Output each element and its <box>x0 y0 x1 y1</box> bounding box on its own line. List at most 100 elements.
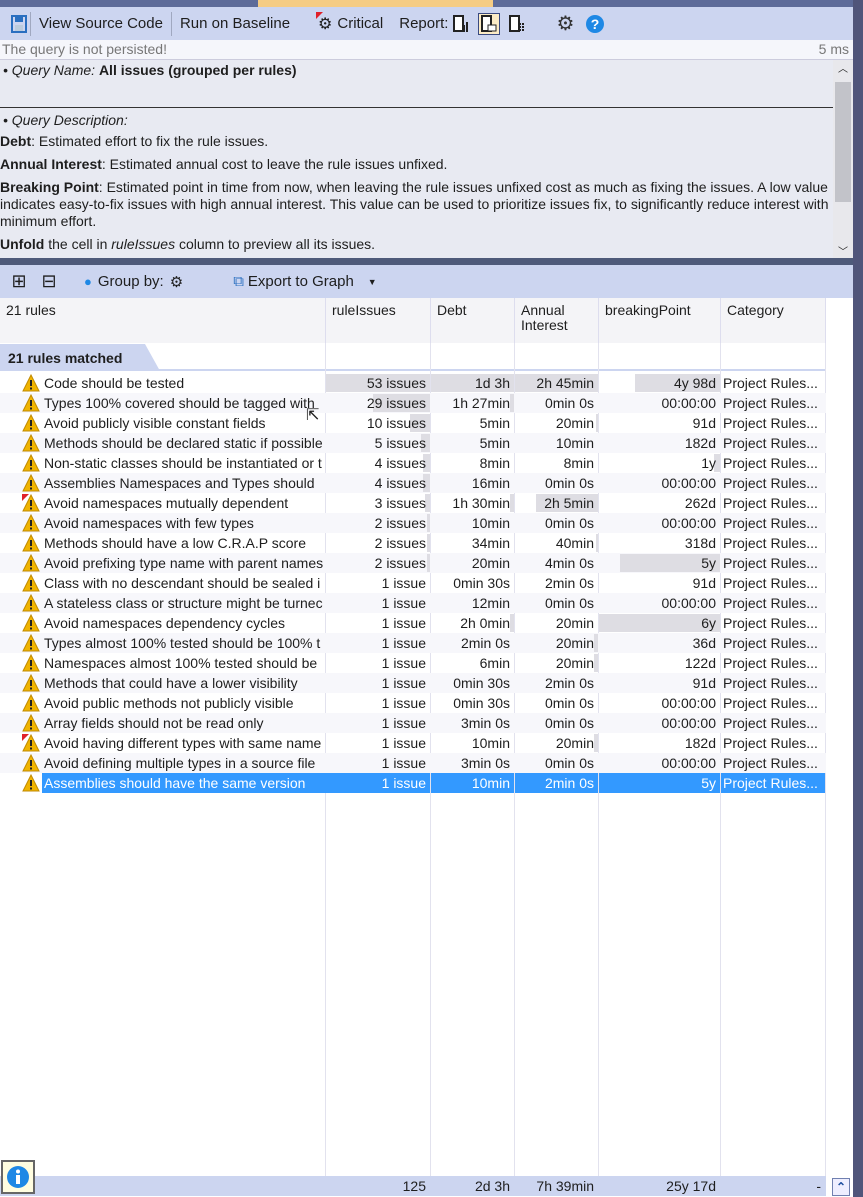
category-cell[interactable]: Project Rules... <box>721 493 825 513</box>
category-cell[interactable]: Project Rules... <box>721 433 825 453</box>
table-row[interactable]: Non-static classes should be instantiate… <box>0 453 826 473</box>
annual-interest-cell[interactable]: 0min 0s <box>515 513 598 533</box>
annual-interest-cell[interactable]: 20min <box>515 413 598 433</box>
breaking-point-cell[interactable]: 182d <box>599 733 720 753</box>
rule-issues-cell[interactable]: 4 issues <box>326 473 430 493</box>
critical-toggle[interactable]: ⚙ Critical <box>310 11 391 37</box>
breaking-point-cell[interactable]: 91d <box>599 573 720 593</box>
rule-name[interactable]: Avoid public methods not publicly visibl… <box>42 693 326 713</box>
table-row[interactable]: Avoid prefixing type name with parent na… <box>0 553 826 573</box>
save-icon[interactable] <box>8 13 30 35</box>
debt-cell[interactable]: 5min <box>431 413 514 433</box>
category-cell[interactable]: Project Rules... <box>721 533 825 553</box>
debt-cell[interactable]: 20min <box>431 553 514 573</box>
breaking-point-cell[interactable]: 4y 98d <box>599 373 720 393</box>
rule-name[interactable]: A stateless class or structure might be … <box>42 593 326 613</box>
annual-interest-cell[interactable]: 10min <box>515 433 598 453</box>
annual-interest-cell[interactable]: 2h 45min <box>515 373 598 393</box>
annual-interest-cell[interactable]: 4min 0s <box>515 553 598 573</box>
group-by-gear-icon[interactable]: ⚙ <box>170 273 183 291</box>
debt-cell[interactable]: 1h 30min <box>431 493 514 513</box>
breaking-point-cell[interactable]: 1y <box>599 453 720 473</box>
annual-interest-cell[interactable]: 0min 0s <box>515 693 598 713</box>
view-source-code-button[interactable]: View Source Code <box>31 11 171 37</box>
column-header-rule-issues[interactable]: ruleIssues <box>326 298 431 343</box>
scrollbar-thumb[interactable] <box>835 82 851 202</box>
column-header-breaking-point[interactable]: breakingPoint <box>599 298 721 343</box>
debt-cell[interactable]: 2h 0min <box>431 613 514 633</box>
rule-name[interactable]: Avoid namespaces with few types <box>42 513 326 533</box>
table-row[interactable]: Avoid having different types with same n… <box>0 733 826 753</box>
rule-name[interactable]: Methods that could have a lower visibili… <box>42 673 326 693</box>
rule-issues-cell[interactable]: 1 issue <box>326 593 430 613</box>
breaking-point-cell[interactable]: 318d <box>599 533 720 553</box>
category-cell[interactable]: Project Rules... <box>721 673 825 693</box>
table-row[interactable]: Assemblies Namespaces and Types should 4 … <box>0 473 826 493</box>
rule-name[interactable]: Avoid defining multiple types in a sourc… <box>42 753 326 773</box>
rule-name[interactable]: Avoid namespaces mutually dependent <box>42 493 326 513</box>
debt-cell[interactable]: 0min 30s <box>431 693 514 713</box>
annual-interest-cell[interactable]: 2h 5min <box>515 493 598 513</box>
annual-interest-cell[interactable]: 8min <box>515 453 598 473</box>
rule-name[interactable]: Assemblies Namespaces and Types should <box>42 473 326 493</box>
category-cell[interactable]: Project Rules... <box>721 753 825 773</box>
rule-name[interactable]: Types almost 100% tested should be 100% … <box>42 633 326 653</box>
debt-cell[interactable]: 1d 3h <box>431 373 514 393</box>
category-cell[interactable]: Project Rules... <box>721 633 825 653</box>
category-cell[interactable]: Project Rules... <box>721 593 825 613</box>
breaking-point-cell[interactable]: 91d <box>599 673 720 693</box>
export-graph-icon[interactable]: ⧉ <box>233 273 244 290</box>
debt-cell[interactable]: 0min 30s <box>431 573 514 593</box>
annual-interest-cell[interactable]: 2min 0s <box>515 773 598 793</box>
rule-issues-cell[interactable]: 4 issues <box>326 453 430 473</box>
annual-interest-cell[interactable]: 0min 0s <box>515 753 598 773</box>
debt-cell[interactable]: 1h 27min <box>431 393 514 413</box>
breaking-point-cell[interactable]: 122d <box>599 653 720 673</box>
rule-issues-cell[interactable]: 1 issue <box>326 673 430 693</box>
annual-interest-cell[interactable]: 20min <box>515 733 598 753</box>
annual-interest-cell[interactable]: 2min 0s <box>515 673 598 693</box>
help-icon[interactable]: ? <box>584 13 606 35</box>
breaking-point-cell[interactable]: 00:00:00 <box>599 473 720 493</box>
annual-interest-cell[interactable]: 2min 0s <box>515 573 598 593</box>
breaking-point-cell[interactable]: 91d <box>599 413 720 433</box>
category-cell[interactable]: Project Rules... <box>721 653 825 673</box>
table-row[interactable]: Methods should have a low C.R.A.P score 2… <box>0 533 826 553</box>
rule-issues-cell[interactable]: 1 issue <box>326 713 430 733</box>
rule-issues-cell[interactable]: 3 issues <box>326 493 430 513</box>
table-row[interactable]: Avoid defining multiple types in a sourc… <box>0 753 826 773</box>
category-cell[interactable]: Project Rules... <box>721 413 825 433</box>
category-cell[interactable]: Project Rules... <box>721 553 825 573</box>
category-cell[interactable]: Project Rules... <box>721 473 825 493</box>
category-cell[interactable]: Project Rules... <box>721 713 825 733</box>
annual-interest-cell[interactable]: 0min 0s <box>515 393 598 413</box>
rule-issues-cell[interactable]: 1 issue <box>326 693 430 713</box>
collapse-all-icon[interactable]: ⊟ <box>38 271 60 293</box>
breaking-point-cell[interactable]: 00:00:00 <box>599 713 720 733</box>
rule-name[interactable]: Methods should have a low C.R.A.P score <box>42 533 326 553</box>
annual-interest-cell[interactable]: 0min 0s <box>515 713 598 733</box>
scroll-up-icon[interactable]: ︿ <box>833 60 853 75</box>
expand-all-icon[interactable]: ⊞ <box>8 271 30 293</box>
category-cell[interactable]: Project Rules... <box>721 573 825 593</box>
rule-issues-cell[interactable]: 5 issues <box>326 433 430 453</box>
debt-cell[interactable]: 12min <box>431 593 514 613</box>
debt-cell[interactable]: 5min <box>431 433 514 453</box>
annual-interest-cell[interactable]: 20min <box>515 613 598 633</box>
export-to-graph-button[interactable]: Export to Graph <box>248 273 354 290</box>
rule-name[interactable]: Avoid having different types with same n… <box>42 733 326 753</box>
table-row[interactable]: Types 100% covered should be tagged with… <box>0 393 826 413</box>
rule-issues-cell[interactable]: 1 issue <box>326 753 430 773</box>
active-tab-indicator[interactable] <box>258 0 493 7</box>
run-on-baseline-button[interactable]: Run on Baseline <box>172 11 298 37</box>
debt-cell[interactable]: 2min 0s <box>431 633 514 653</box>
scroll-down-icon[interactable]: ﹀ <box>833 243 853 258</box>
report-window-icon[interactable] <box>478 12 501 35</box>
category-cell[interactable]: Project Rules... <box>721 693 825 713</box>
table-row[interactable]: A stateless class or structure might be … <box>0 593 826 613</box>
rule-name[interactable]: Non-static classes should be instantiate… <box>42 453 326 473</box>
debt-cell[interactable]: 34min <box>431 533 514 553</box>
settings-gear-icon[interactable]: ⚙ <box>554 13 576 35</box>
breaking-point-cell[interactable]: 36d <box>599 633 720 653</box>
table-row[interactable]: Namespaces almost 100% tested should be 1… <box>0 653 826 673</box>
